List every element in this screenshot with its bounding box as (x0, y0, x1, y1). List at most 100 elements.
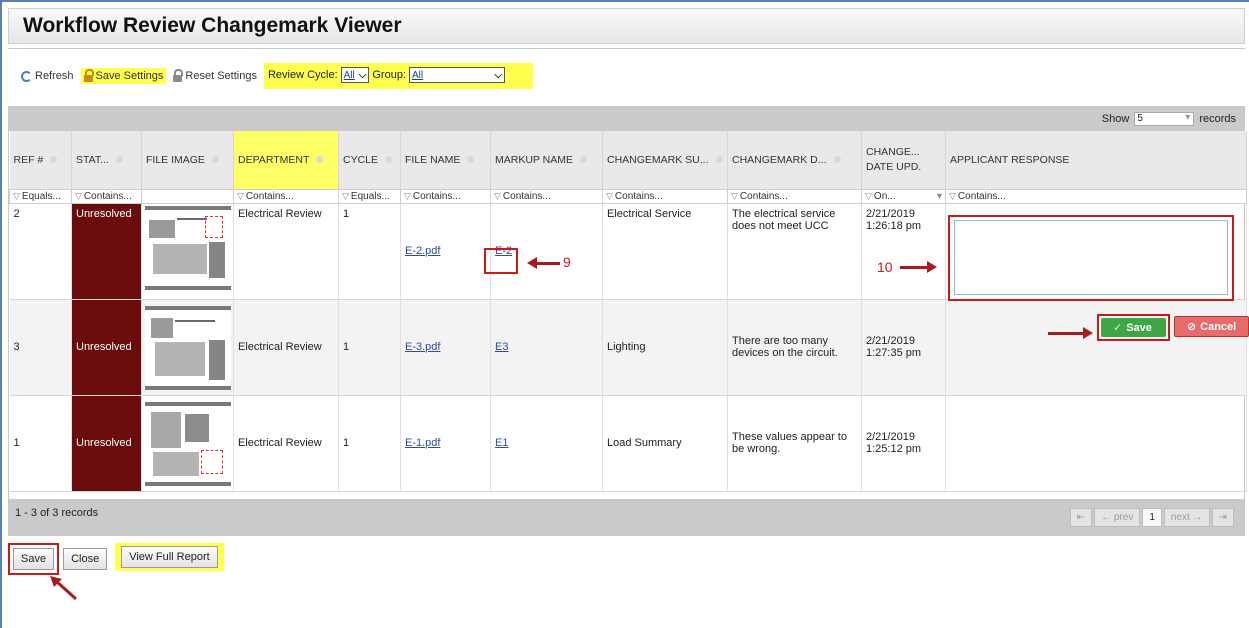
reset-settings-button[interactable]: Reset Settings (170, 68, 260, 84)
filter-icon: ▽ (342, 190, 349, 201)
filter-cycle[interactable]: ▽ Equals... (338, 188, 401, 204)
save-settings-button[interactable]: Save Settings (80, 68, 167, 84)
col-status[interactable]: STAT... (71, 131, 142, 189)
filter-date[interactable]: ▽ On... ▾ (861, 188, 946, 204)
show-label: Show (1101, 113, 1130, 125)
col-department[interactable]: DEPARTMENT (233, 131, 339, 189)
sort-icon (211, 156, 219, 164)
group-select[interactable]: All ⌵ (409, 67, 505, 83)
page-size: Show 5 records (1102, 112, 1236, 126)
date-cell: 2/21/2019 1:27:35 pm (861, 299, 946, 396)
current-page[interactable]: 1 (1142, 508, 1162, 527)
filter-selects: Review Cycle: All ⌵ Group: All ⌵ (263, 63, 533, 89)
department-cell: Electrical Review (233, 395, 339, 492)
next-page-button[interactable]: next → (1163, 508, 1210, 527)
col-markup-name[interactable]: MARKUP NAME (490, 131, 603, 189)
time-text: 1:26:18 pm (866, 219, 922, 232)
file-link[interactable]: E-1.pdf (405, 437, 440, 449)
first-page-button[interactable]: ⇤ (1069, 508, 1093, 527)
arrow-right-icon (1048, 327, 1093, 339)
filter-desc[interactable]: ▽ Contains... (727, 188, 862, 204)
ref-cell: 1 (9, 395, 72, 492)
ref-cell: 2 (9, 203, 72, 300)
save-button[interactable]: Save (13, 548, 55, 570)
drawing-thumbnail[interactable] (145, 306, 231, 390)
filter-summary[interactable]: ▽ Contains... (602, 188, 728, 204)
filter-icon: ▽ (606, 190, 613, 201)
title-bar: Workflow Review Changemark Viewer (8, 8, 1245, 44)
ref-cell: 3 (9, 299, 72, 396)
pager: ⇤ ← prev 1 next → ⇥ (1069, 508, 1234, 527)
file-link[interactable]: E-3.pdf (405, 341, 440, 353)
filter-status[interactable]: ▽ Contains... (71, 188, 142, 204)
sort-icon (50, 156, 58, 164)
col-file-name[interactable]: FILE NAME (400, 131, 491, 189)
filter-icon: ▽ (75, 190, 82, 201)
filter-department[interactable]: ▽ Contains... (233, 188, 339, 204)
applicant-response-textarea[interactable] (954, 220, 1228, 295)
col-changemark-desc[interactable]: CHANGEMARK D... (727, 131, 862, 189)
col-changemark-summary[interactable]: CHANGEMARK SU... (602, 131, 728, 189)
date-text: 2/21/2019 (866, 431, 915, 443)
filter-markup-name[interactable]: ▽ Contains... (490, 188, 603, 204)
summary-cell: Load Summary (602, 395, 728, 492)
arrow-right-icon (900, 261, 937, 273)
page-size-select[interactable]: 5 (1134, 112, 1195, 126)
header-row: REF # STAT... FILE IMAGE DEPARTMENT CYCL… (9, 131, 1247, 189)
file-image-cell[interactable] (141, 203, 234, 300)
cycle-cell: 1 (338, 203, 401, 300)
date-cell: 2/21/2019 1:26:18 pm (861, 203, 946, 300)
time-text: 1:25:12 pm (866, 443, 922, 455)
filter-icon: ▽ (949, 190, 956, 201)
review-cycle-value: All (343, 69, 355, 81)
file-image-cell[interactable] (141, 299, 234, 396)
review-cycle-select[interactable]: All ⌵ (340, 67, 370, 83)
group-value: All (412, 69, 424, 81)
description-cell: The electrical service does not meet UCC (727, 203, 862, 300)
applicant-response-cell (945, 395, 1247, 492)
table-row[interactable]: 1 Unresolved Electrical Review 1 E-1.pdf… (9, 395, 1247, 492)
date-cell: 2/21/2019 1:25:12 pm (861, 395, 946, 492)
filter-response[interactable]: ▽ Contains... (945, 188, 1247, 204)
col-file-image[interactable]: FILE IMAGE (141, 131, 234, 189)
filter-ref[interactable]: ▽ Equals... (9, 188, 72, 204)
arrow-up-left-icon (50, 576, 78, 601)
file-image-cell[interactable] (141, 395, 234, 492)
unlock-icon (173, 69, 184, 82)
department-cell: Electrical Review (233, 299, 339, 396)
row-save-button[interactable]: ✓ Save (1097, 314, 1170, 341)
drawing-thumbnail[interactable] (145, 205, 231, 290)
markup-link[interactable]: E3 (495, 341, 508, 353)
filter-icon: ▽ (865, 190, 872, 201)
lock-icon (83, 69, 94, 82)
review-cycle-label: Review Cycle: (267, 69, 338, 81)
refresh-button[interactable]: Refresh (18, 68, 77, 84)
markup-highlight-box (484, 248, 518, 274)
view-full-report-button[interactable]: View Full Report (121, 546, 218, 568)
refresh-label: Refresh (35, 70, 74, 82)
check-icon: ✓ (1113, 322, 1123, 334)
cycle-cell: 1 (338, 299, 401, 396)
close-button[interactable]: Close (63, 548, 108, 570)
col-ref[interactable]: REF # (9, 131, 72, 189)
time-text: 1:27:35 pm (866, 347, 922, 359)
table-row[interactable]: 3 Unresolved Electrical Review 1 E-3.pdf… (9, 299, 1247, 396)
col-date-updated[interactable]: CHANGE... DATE UPD. (861, 131, 946, 189)
col-applicant-response[interactable]: APPLICANT RESPONSE (945, 131, 1247, 189)
filter-file-image (141, 188, 234, 204)
full-report-highlight: View Full Report (115, 543, 224, 571)
filter-file-name[interactable]: ▽ Contains... (400, 188, 491, 204)
row-cancel-button[interactable]: ⊘ Cancel (1173, 314, 1249, 341)
prev-page-button[interactable]: ← prev (1094, 508, 1141, 527)
records-label: records (1199, 113, 1236, 125)
last-page-button[interactable]: ⇥ (1211, 508, 1234, 527)
sort-icon (467, 156, 475, 164)
file-link[interactable]: E-2.pdf (405, 245, 440, 257)
save-settings-label: Save Settings (95, 70, 164, 82)
filter-icon: ▽ (731, 190, 738, 201)
col-cycle[interactable]: CYCLE (338, 131, 401, 189)
markup-link[interactable]: E1 (495, 437, 508, 449)
title-divider (8, 48, 1245, 49)
drawing-thumbnail[interactable] (145, 402, 231, 486)
sort-icon (115, 156, 123, 164)
